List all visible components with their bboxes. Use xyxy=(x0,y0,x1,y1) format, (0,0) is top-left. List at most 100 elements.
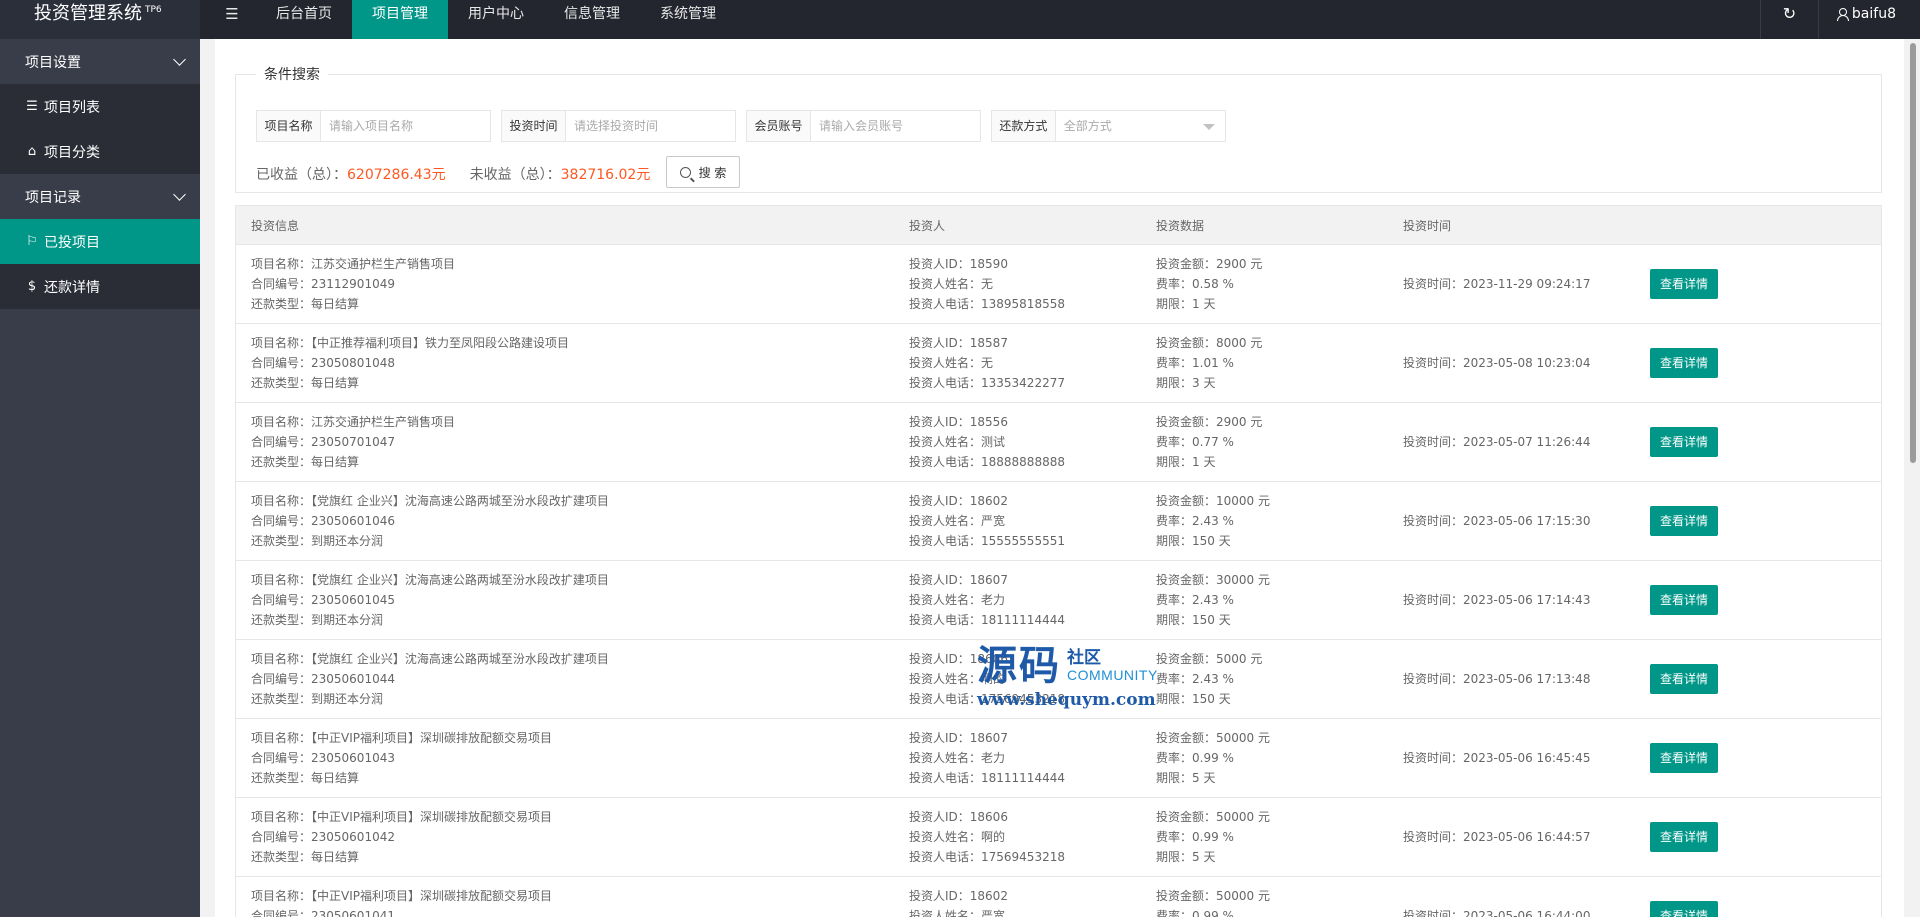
table-cell: 投资时间：2023-05-06 17:15:30 xyxy=(1388,511,1635,531)
nav-system-management[interactable]: 系统管理 xyxy=(640,0,736,39)
contract-number: 合同编号：23050601046 xyxy=(251,514,395,528)
project-name: 项目名称：【中正VIP福利项目】深圳碳排放配额交易项目 xyxy=(251,731,552,745)
view-detail-button[interactable]: 查看详情 xyxy=(1650,506,1718,536)
view-detail-button[interactable]: 查看详情 xyxy=(1650,822,1718,852)
earned-value: 6207286.43元 xyxy=(347,167,446,183)
nav-home[interactable]: 后台首页 xyxy=(256,0,352,39)
page-scrollbar[interactable] xyxy=(1906,39,1920,917)
table-cell-action: 查看详情 xyxy=(1635,822,1881,852)
investor-name: 投资人姓名：啊的 xyxy=(909,672,1006,686)
invest-amount: 投资金额：5000 元 xyxy=(1156,652,1263,666)
contract-number: 合同编号：23050701047 xyxy=(251,435,395,449)
nav-user-center[interactable]: 用户中心 xyxy=(448,0,544,39)
invest-time: 投资时间：2023-05-06 16:44:00 xyxy=(1403,909,1591,917)
table-cell: 投资人ID：18607 投资人姓名：老力 投资人电话：18111114444 xyxy=(894,728,1141,788)
project-name: 项目名称：江苏交通护栏生产销售项目 xyxy=(251,257,456,271)
invest-amount: 投资金额：2900 元 xyxy=(1156,257,1263,271)
user-icon xyxy=(1836,8,1849,21)
invest-time-input[interactable] xyxy=(566,111,735,141)
investor-name: 投资人姓名：测试 xyxy=(909,435,1006,449)
table-cell: 投资金额：50000 元费率：0.99 %期限：5 天 xyxy=(1141,807,1388,867)
repay-type: 还款类型：每日结算 xyxy=(251,297,360,311)
table-row: 项目名称：【中正VIP福利项目】深圳碳排放配额交易项目 合同编号：23050601… xyxy=(236,877,1881,917)
repay-method-select[interactable]: 全部方式 xyxy=(1056,111,1225,141)
sidebar-group-project-settings[interactable]: 项目设置 xyxy=(0,39,200,84)
table-cell: 投资金额：2900 元费率：0.58 % 期限：1 天 xyxy=(1141,254,1388,314)
investor-name: 投资人姓名：无 xyxy=(909,356,994,370)
investor-id: 投资人ID：18606 xyxy=(909,810,1008,824)
contract-number: 合同编号：23050801048 xyxy=(251,356,395,370)
invest-amount: 投资金额：50000 元 xyxy=(1156,731,1270,745)
view-detail-button[interactable]: 查看详情 xyxy=(1650,901,1718,917)
table-cell: 投资时间：2023-05-06 16:44:57 xyxy=(1388,827,1635,847)
table-cell-action: 查看详情 xyxy=(1635,743,1881,773)
sidebar-item-project-list[interactable]: ☰ 项目列表 xyxy=(0,84,200,129)
repay-type: 还款类型：到期还本分润 xyxy=(251,692,384,706)
table-cell: 投资人ID：18607 投资人姓名：老力 投资人电话：18111114444 xyxy=(894,570,1141,630)
nav-info-management[interactable]: 信息管理 xyxy=(544,0,640,39)
investor-phone: 投资人电话：13353422277 xyxy=(909,376,1065,390)
member-account-input[interactable] xyxy=(811,111,980,141)
search-button-label: 搜 索 xyxy=(698,165,727,180)
fee-rate: 费率：2.43 % xyxy=(1156,593,1234,607)
sidebar-item-label: 还款详情 xyxy=(44,279,100,296)
view-detail-button[interactable]: 查看详情 xyxy=(1650,664,1718,694)
table-cell-action: 查看详情 xyxy=(1635,427,1881,457)
table-cell: 投资人ID：18556 投资人姓名：测试 投资人电话：18888888888 xyxy=(894,412,1141,472)
sidebar-group-project-records[interactable]: 项目记录 xyxy=(0,174,200,219)
list-icon: ☰ xyxy=(26,99,38,114)
repay-method-label: 还款方式 xyxy=(992,111,1056,141)
table-cell: 投资人ID：18606 投资人姓名：啊的 投资人电话：17569453218 xyxy=(894,807,1141,867)
investor-name: 投资人姓名：无 xyxy=(909,277,994,291)
caret-down-icon xyxy=(1203,124,1215,130)
view-detail-button[interactable]: 查看详情 xyxy=(1650,348,1718,378)
repay-method-value: 全部方式 xyxy=(1063,119,1112,133)
search-button[interactable]: 搜 索 xyxy=(666,156,740,188)
sidebar: 项目设置 ☰ 项目列表 ⌂ 项目分类 项目记录 ⚐ 已投项目 $ 还款详情 xyxy=(0,39,200,917)
dollar-icon: $ xyxy=(27,279,37,294)
investor-id: 投资人ID：18607 xyxy=(909,731,1008,745)
project-name-input[interactable] xyxy=(321,111,490,141)
repay-type: 还款类型：到期还本分润 xyxy=(251,613,384,627)
table-cell: 投资人ID：18606 投资人姓名：啊的 投资人电话：17569453218 xyxy=(894,649,1141,709)
term-period: 期限：150 天 xyxy=(1156,613,1231,627)
view-detail-button[interactable]: 查看详情 xyxy=(1650,743,1718,773)
fee-rate: 费率：0.99 % xyxy=(1156,751,1234,765)
user-menu[interactable]: baifu8 xyxy=(1817,0,1920,39)
invest-time: 投资时间：2023-11-29 09:24:17 xyxy=(1403,277,1591,291)
table-cell: 投资金额：2900 元费率：0.77 % 期限：1 天 xyxy=(1141,412,1388,472)
member-account-field: 会员账号 xyxy=(746,110,981,142)
contract-number: 合同编号：23050601044 xyxy=(251,672,395,686)
flag-icon: ⚐ xyxy=(26,234,38,249)
sidebar-item-repayment-details[interactable]: $ 还款详情 xyxy=(0,264,200,309)
table-cell: 项目名称：【中正VIP福利项目】深圳碳排放配额交易项目 合同编号：23050601… xyxy=(236,807,894,867)
repay-type: 还款类型：每日结算 xyxy=(251,455,360,469)
term-period: 期限：150 天 xyxy=(1156,692,1231,706)
invest-time-field: 投资时间 xyxy=(501,110,736,142)
investor-id: 投资人ID：18602 xyxy=(909,889,1008,903)
view-detail-button[interactable]: 查看详情 xyxy=(1650,269,1718,299)
term-period: 期限：1 天 xyxy=(1156,455,1216,469)
repay-method-field: 还款方式 全部方式 xyxy=(991,110,1226,142)
term-period: 期限：5 天 xyxy=(1156,771,1216,785)
sidebar-item-invested-projects[interactable]: ⚐ 已投项目 xyxy=(0,219,200,264)
column-header-data: 投资数据 xyxy=(1156,218,1205,233)
app-badge: TP6 xyxy=(145,5,162,15)
table-cell: 投资人ID：18587 投资人姓名：无 投资人电话：13353422277 xyxy=(894,333,1141,393)
investor-phone: 投资人电话：15555555551 xyxy=(909,534,1065,548)
table-cell: 投资金额：50000 元费率：0.99 %期限：5 天 xyxy=(1141,886,1388,917)
app-title: 投资管理系统 xyxy=(34,3,142,24)
scrollbar-thumb[interactable] xyxy=(1910,43,1916,463)
nav-project-management[interactable]: 项目管理 xyxy=(352,0,448,39)
table-row: 项目名称：江苏交通护栏生产销售项目 合同编号：23050701047 还款类型：每日… xyxy=(236,403,1881,482)
view-detail-button[interactable]: 查看详情 xyxy=(1650,585,1718,615)
view-detail-button[interactable]: 查看详情 xyxy=(1650,427,1718,457)
menu-fold-icon[interactable]: ☰ xyxy=(208,0,256,39)
sidebar-item-label: 项目分类 xyxy=(44,144,100,161)
table-cell-action: 查看详情 xyxy=(1635,506,1881,536)
fee-rate: 费率：0.99 % xyxy=(1156,830,1234,844)
refresh-icon[interactable]: ↻ xyxy=(1759,0,1818,39)
table-cell: 项目名称：【中正VIP福利项目】深圳碳排放配额交易项目 合同编号：23050601… xyxy=(236,728,894,788)
sidebar-item-project-category[interactable]: ⌂ 项目分类 xyxy=(0,129,200,174)
header-actions: ↻ baifu8 xyxy=(1759,0,1920,39)
